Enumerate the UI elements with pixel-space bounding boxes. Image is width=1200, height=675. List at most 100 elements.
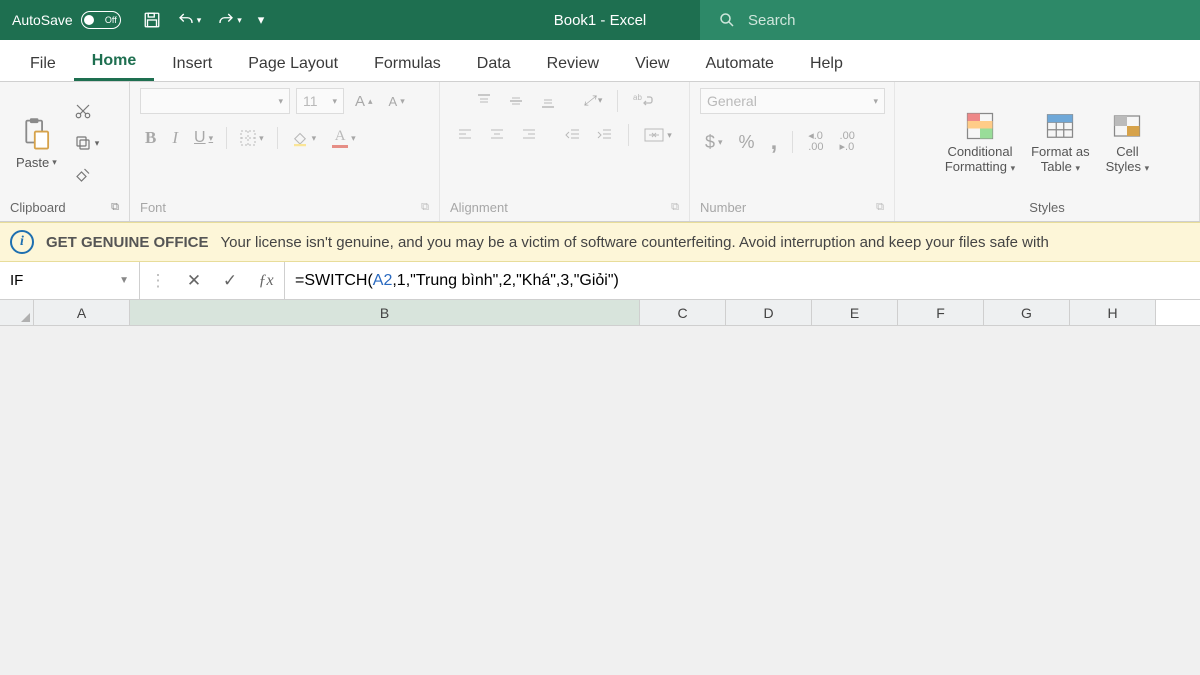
conditional-formatting-icon bbox=[965, 111, 995, 141]
cell-styles-icon bbox=[1112, 111, 1142, 141]
tab-formulas[interactable]: Formulas bbox=[356, 45, 459, 81]
align-left-button[interactable] bbox=[452, 123, 478, 147]
align-bottom-button[interactable] bbox=[535, 89, 561, 113]
format-as-table-button[interactable]: Format asTable ▾ bbox=[1025, 109, 1096, 177]
clipboard-launcher[interactable]: ⧉ bbox=[111, 201, 119, 214]
cell-styles-button[interactable]: CellStyles ▾ bbox=[1100, 109, 1156, 177]
insert-function-button[interactable]: ƒx bbox=[248, 272, 284, 290]
enter-formula-button[interactable]: ✓ bbox=[212, 271, 248, 291]
column-header-A[interactable]: A bbox=[34, 300, 130, 325]
autosave-control[interactable]: AutoSave Off bbox=[0, 11, 133, 29]
worksheet-grid[interactable]: ABCDEFGH bbox=[0, 300, 1200, 326]
document-title: Book1 - Excel bbox=[554, 12, 647, 29]
formula-input[interactable]: =SWITCH(A2,1,"Trung bình",2,"Khá",3,"Giỏ… bbox=[285, 262, 1200, 299]
conditional-formatting-button[interactable]: ConditionalFormatting ▾ bbox=[939, 109, 1021, 177]
tab-page-layout[interactable]: Page Layout bbox=[230, 45, 356, 81]
fill-color-button[interactable]: ▾ bbox=[286, 125, 322, 151]
bold-button[interactable]: B bbox=[140, 124, 161, 152]
merge-icon bbox=[644, 127, 664, 143]
tab-insert[interactable]: Insert bbox=[154, 45, 230, 81]
increase-decimal-button[interactable]: ◂.0.00 bbox=[803, 127, 828, 157]
formula-bar: IF ▼ ⋮ ✕ ✓ ƒx =SWITCH(A2,1,"Trung bình",… bbox=[0, 262, 1200, 300]
column-header-E[interactable]: E bbox=[812, 300, 898, 325]
decrease-indent-button[interactable] bbox=[560, 123, 586, 147]
clipboard-group-label: Clipboard bbox=[10, 200, 66, 215]
options-button[interactable]: ⋮ bbox=[140, 271, 176, 291]
font-group-label: Font bbox=[140, 200, 166, 215]
font-color-button[interactable]: A▾ bbox=[327, 124, 361, 152]
search-icon bbox=[718, 11, 736, 29]
scissors-icon bbox=[74, 102, 92, 120]
alignment-launcher[interactable]: ⧉ bbox=[671, 201, 679, 214]
outdent-icon bbox=[565, 127, 581, 143]
align-top-button[interactable] bbox=[471, 89, 497, 113]
decrease-font-button[interactable]: A▾ bbox=[384, 90, 410, 113]
license-warning-bar: i GET GENUINE OFFICE Your license isn't … bbox=[0, 222, 1200, 262]
align-center-button[interactable] bbox=[484, 123, 510, 147]
ribbon: Paste▾ ▾ Clipboard ⧉ ▾ 11▾ A▴ A▾ B I U ▾ bbox=[0, 82, 1200, 222]
underline-button[interactable]: U ▾ bbox=[189, 125, 218, 151]
tab-file[interactable]: File bbox=[12, 45, 74, 81]
column-header-G[interactable]: G bbox=[984, 300, 1070, 325]
font-launcher[interactable]: ⧉ bbox=[421, 201, 429, 214]
column-header-H[interactable]: H bbox=[1070, 300, 1156, 325]
name-box[interactable]: IF ▼ bbox=[0, 262, 140, 299]
column-headers: ABCDEFGH bbox=[0, 300, 1200, 326]
font-size-combo[interactable]: 11▾ bbox=[296, 88, 344, 114]
align-top-icon bbox=[476, 93, 492, 109]
styles-group-label: Styles bbox=[1029, 200, 1064, 215]
qat-overflow[interactable]: ▾ bbox=[258, 11, 265, 29]
cut-button[interactable] bbox=[69, 98, 105, 124]
autosave-label: AutoSave bbox=[12, 12, 73, 28]
column-header-B[interactable]: B bbox=[130, 300, 640, 325]
column-header-F[interactable]: F bbox=[898, 300, 984, 325]
increase-font-button[interactable]: A▴ bbox=[350, 89, 378, 114]
cancel-formula-button[interactable]: ✕ bbox=[176, 271, 212, 291]
accounting-format-button[interactable]: $ ▾ bbox=[700, 128, 728, 157]
column-header-D[interactable]: D bbox=[726, 300, 812, 325]
percent-format-button[interactable]: % bbox=[734, 128, 760, 157]
borders-button[interactable]: ▾ bbox=[235, 126, 269, 150]
info-icon: i bbox=[10, 230, 34, 254]
save-icon[interactable] bbox=[143, 11, 161, 29]
quick-access-toolbar: ▾ ▾ ▾ bbox=[133, 11, 275, 29]
border-icon bbox=[240, 130, 256, 146]
autosave-toggle[interactable]: Off bbox=[81, 11, 121, 29]
align-right-icon bbox=[521, 127, 537, 143]
number-format-combo[interactable]: General▾ bbox=[700, 88, 885, 114]
paintbrush-icon bbox=[74, 166, 92, 184]
paste-button[interactable]: Paste▾ bbox=[10, 115, 63, 172]
increase-indent-button[interactable] bbox=[592, 123, 618, 147]
number-launcher[interactable]: ⧉ bbox=[876, 201, 884, 214]
font-family-combo[interactable]: ▾ bbox=[140, 88, 290, 114]
table-icon bbox=[1045, 111, 1075, 141]
select-all-corner[interactable] bbox=[0, 300, 34, 325]
comma-format-button[interactable]: , bbox=[766, 124, 783, 160]
align-middle-button[interactable] bbox=[503, 89, 529, 113]
wrap-text-button[interactable]: ab bbox=[628, 89, 658, 113]
wrap-icon: ab bbox=[633, 93, 653, 109]
tab-review[interactable]: Review bbox=[529, 45, 617, 81]
redo-button[interactable]: ▾ bbox=[217, 11, 242, 29]
chevron-down-icon[interactable]: ▼ bbox=[119, 275, 129, 286]
merge-button[interactable]: ▾ bbox=[639, 123, 677, 147]
copy-icon bbox=[74, 134, 92, 152]
align-center-icon bbox=[489, 127, 505, 143]
search-box[interactable]: Search bbox=[700, 0, 1200, 40]
column-header-C[interactable]: C bbox=[640, 300, 726, 325]
copy-button[interactable]: ▾ bbox=[69, 130, 105, 156]
align-right-button[interactable] bbox=[516, 123, 542, 147]
tab-view[interactable]: View bbox=[617, 45, 687, 81]
decrease-decimal-button[interactable]: .00▸.0 bbox=[835, 127, 860, 157]
clipboard-icon bbox=[21, 117, 51, 151]
tab-home[interactable]: Home bbox=[74, 42, 154, 81]
tab-help[interactable]: Help bbox=[792, 45, 861, 81]
alignment-group-label: Alignment bbox=[450, 200, 508, 215]
align-middle-icon bbox=[508, 93, 524, 109]
tab-data[interactable]: Data bbox=[459, 45, 529, 81]
tab-automate[interactable]: Automate bbox=[687, 45, 791, 81]
orientation-button[interactable]: ⤢▾ bbox=[579, 88, 608, 113]
undo-button[interactable]: ▾ bbox=[177, 11, 202, 29]
italic-button[interactable]: I bbox=[167, 124, 183, 152]
format-painter-button[interactable] bbox=[69, 162, 105, 188]
